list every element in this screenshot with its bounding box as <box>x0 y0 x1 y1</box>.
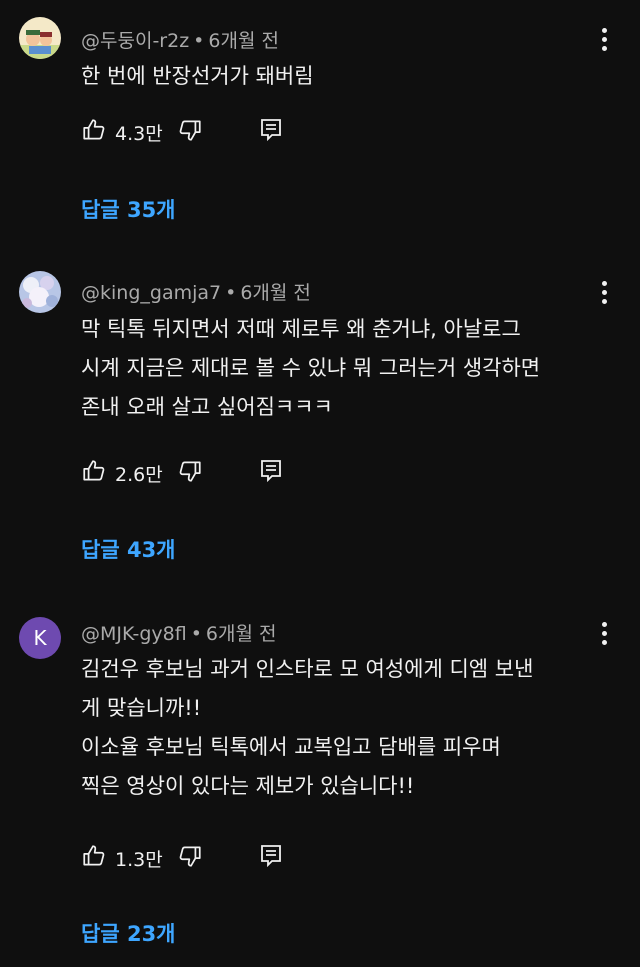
reply-icon[interactable] <box>259 843 283 873</box>
comment-time[interactable]: 6개월 전 <box>206 623 277 645</box>
photo-avatar-icon <box>19 271 61 313</box>
cartoon-avatar-icon <box>19 17 61 59</box>
comment-actions: 1.3만 <box>81 844 283 872</box>
more-options-icon[interactable] <box>594 277 614 307</box>
meta-separator: • <box>190 623 202 645</box>
thumbs-up-icon[interactable] <box>81 117 107 147</box>
avatar[interactable]: K <box>19 617 61 659</box>
meta-separator: • <box>225 282 237 304</box>
comment-time[interactable]: 6개월 전 <box>240 282 311 304</box>
reply-icon[interactable] <box>259 117 283 147</box>
comment-text: 한 번에 반장선거가 돼버림 <box>81 57 601 96</box>
like-count: 2.6만 <box>115 463 163 486</box>
avatar[interactable] <box>19 17 61 59</box>
thumbs-down-icon[interactable] <box>177 843 203 873</box>
comment-line: 이소율 후보님 틱톡에서 교복입고 담배를 피우며 <box>81 735 501 759</box>
comment-line: 김건우 후보님 과거 인스타로 모 여성에게 디엠 보낸 <box>81 657 534 681</box>
comment-line: 한 번에 반장선거가 돼버림 <box>81 64 314 88</box>
more-options-icon[interactable] <box>594 24 614 54</box>
thumbs-down-icon[interactable] <box>177 458 203 488</box>
comment-line: 막 틱톡 뒤지면서 저때 제로투 왜 춘거냐, 아날로그 <box>81 317 521 341</box>
thumbs-up-icon[interactable] <box>81 458 107 488</box>
view-replies-link[interactable]: 답글 43개 <box>81 534 176 564</box>
comment-meta: @MJK-gy8fl • 6개월 전 <box>81 619 276 646</box>
comment-actions: 2.6만 <box>81 459 283 487</box>
comment-time[interactable]: 6개월 전 <box>208 30 279 52</box>
author-handle[interactable]: @MJK-gy8fl <box>81 623 187 645</box>
like-count: 1.3만 <box>115 848 163 871</box>
more-options-icon[interactable] <box>594 618 614 648</box>
comment-text: 김건우 후보님 과거 인스타로 모 여성에게 디엠 보낸 게 맞습니까!! 이소… <box>81 650 601 806</box>
comment-line: 게 맞습니까!! <box>81 696 202 720</box>
comment-actions: 4.3만 <box>81 118 283 146</box>
avatar-letter: K <box>33 626 47 650</box>
comment-meta: @두둥이-r2z • 6개월 전 <box>81 26 279 53</box>
like-count: 4.3만 <box>115 122 163 145</box>
meta-separator: • <box>193 30 205 52</box>
author-handle[interactable]: @king_gamja7 <box>81 282 221 304</box>
comment-line: 시계 지금은 제대로 볼 수 있냐 뭐 그러는거 생각하면 <box>81 356 541 380</box>
view-replies-link[interactable]: 답글 35개 <box>81 194 176 224</box>
comment-text: 막 틱톡 뒤지면서 저때 제로투 왜 춘거냐, 아날로그 시계 지금은 제대로 … <box>81 310 601 427</box>
author-handle[interactable]: @두둥이-r2z <box>81 30 189 52</box>
view-replies-link[interactable]: 답글 23개 <box>81 918 176 948</box>
thumbs-down-icon[interactable] <box>177 117 203 147</box>
comment-meta: @king_gamja7 • 6개월 전 <box>81 278 311 305</box>
avatar[interactable] <box>19 271 61 313</box>
comment-line: 찍은 영상이 있다는 제보가 있습니다!! <box>81 774 415 798</box>
reply-icon[interactable] <box>259 458 283 488</box>
comment-line: 존내 오래 살고 싶어짐ㅋㅋㅋ <box>81 395 333 419</box>
thumbs-up-icon[interactable] <box>81 843 107 873</box>
